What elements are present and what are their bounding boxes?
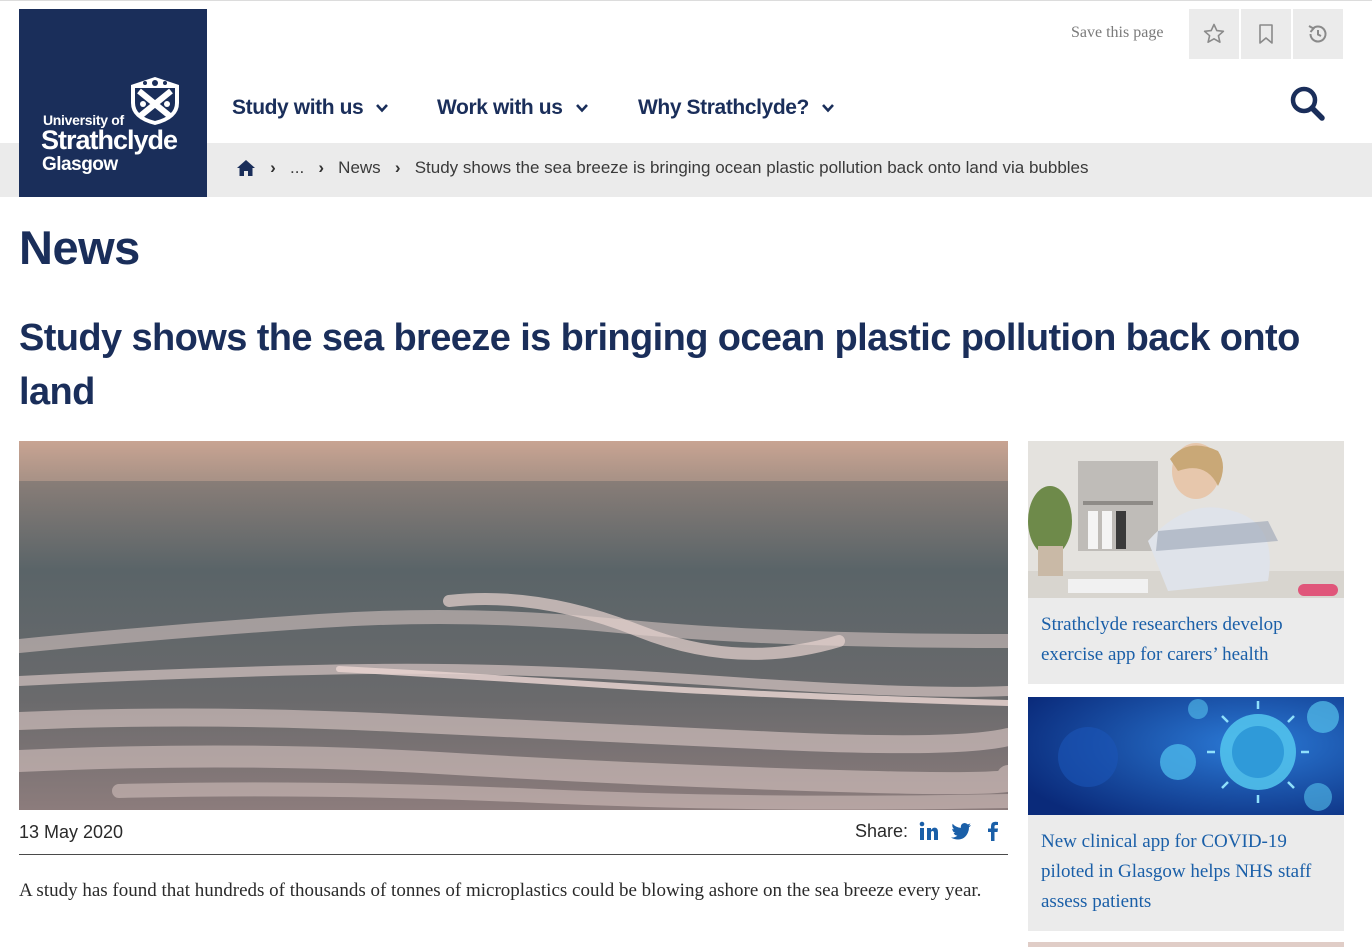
chevron-down-icon [822,104,834,113]
breadcrumb-separator: › [394,158,401,177]
search-icon[interactable] [1288,84,1326,122]
virus-image [1028,697,1344,815]
card-image [1028,441,1344,598]
history-button[interactable] [1293,9,1343,59]
article-lead: A study has found that hundreds of thous… [19,880,982,901]
linkedin-icon[interactable] [918,820,940,842]
star-icon [1203,23,1225,43]
top-border [0,0,1372,9]
breadcrumb-current: Study shows the sea breeze is bringing o… [414,158,1089,177]
save-star-button[interactable] [1189,9,1239,59]
chevron-down-icon [575,104,588,113]
crest-icon [131,77,179,125]
save-page-label: Save this page [1071,24,1164,41]
ocean-waves-image [19,441,1008,810]
share-bar: Share: [855,820,1004,842]
page-title: News [19,221,140,274]
card-image [1028,697,1344,815]
facebook-icon[interactable] [982,820,1004,842]
breadcrumb: › ... › News › Study shows the sea breez… [236,158,1089,178]
related-card[interactable]: Strathclyde researchers develop exercise… [1028,441,1344,684]
bookmark-button[interactable] [1241,9,1291,59]
bookmark-icon [1259,24,1273,44]
breadcrumb-separator: › [318,158,324,177]
nav-study-with-us[interactable]: Study with us [232,96,389,120]
nav-label: Why Strathclyde? [638,96,809,119]
history-icon [1308,25,1327,43]
twitter-icon[interactable] [950,820,972,842]
woman-exercising-image [1028,441,1344,598]
hero-image [19,441,1008,810]
nav-label: Work with us [437,96,563,119]
home-icon[interactable] [236,159,256,177]
article-title: Study shows the sea breeze is bringing o… [19,317,1300,413]
chevron-down-icon [376,104,389,113]
card-title-link[interactable]: New clinical app for COVID-19 piloted in… [1028,815,1344,931]
article-meta: 13 May 2020 Share: [19,814,1008,855]
share-label: Share: [854,820,908,841]
nav-work-with-us[interactable]: Work with us [437,96,589,120]
breadcrumb-separator: › [270,158,276,177]
nav-why-strathclyde[interactable]: Why Strathclyde? [638,96,835,120]
breadcrumb-bar-left [0,143,19,197]
card-title-link[interactable]: Strathclyde researchers develop exercise… [1028,598,1344,684]
related-card[interactable]: New clinical app for COVID-19 piloted in… [1028,697,1344,931]
logo-line-3: Glasgow [42,154,118,175]
breadcrumb-news[interactable]: News [338,158,381,178]
logo-line-2: Strathclyde [41,125,178,155]
article-date: 13 May 2020 [19,822,124,842]
related-card-partial[interactable] [1028,942,1344,947]
breadcrumb-ellipsis[interactable]: ... [290,158,304,178]
university-logo[interactable]: University of Strathclyde Glasgow [19,9,207,197]
nav-label: Study with us [232,96,364,119]
